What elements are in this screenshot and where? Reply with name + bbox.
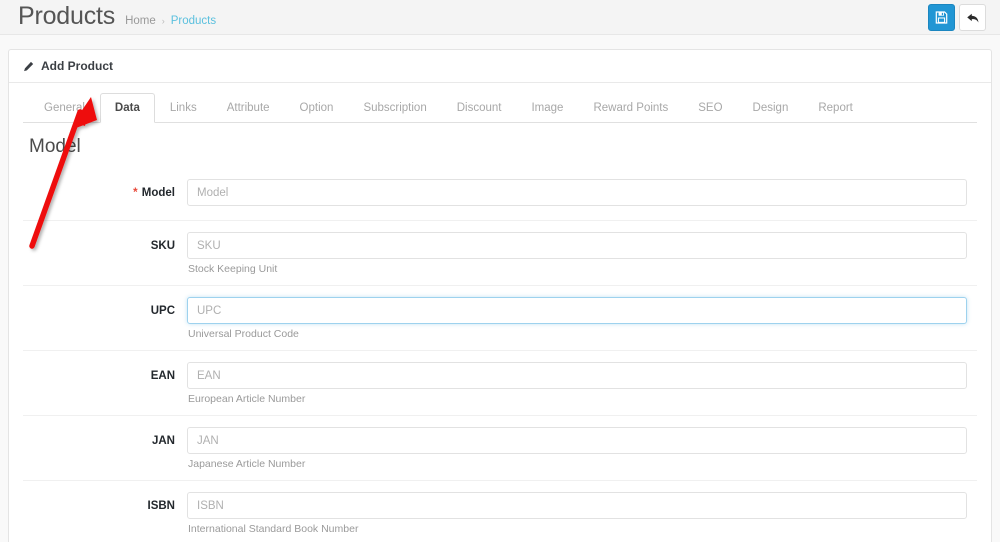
save-button[interactable]	[928, 4, 955, 31]
page-header: Products Home › Products	[0, 0, 1000, 35]
required-marker: *	[133, 187, 138, 199]
pencil-icon	[23, 61, 34, 72]
label-text: ISBN	[147, 500, 175, 512]
label-jan: JAN	[23, 427, 187, 448]
tab-bar: General Data Links Attribute Option Subscript…	[23, 93, 977, 123]
input-ean[interactable]	[187, 362, 967, 389]
form-row: * Model	[23, 168, 977, 220]
tab-links[interactable]: Links	[155, 93, 212, 123]
page-header-left: Products Home › Products	[18, 0, 982, 31]
back-button[interactable]	[959, 4, 986, 31]
data-form: * Model SKU Stock Keeping Unit UPC Universal…	[23, 168, 977, 542]
input-isbn[interactable]	[187, 492, 967, 519]
breadcrumb-separator-icon: ›	[161, 16, 165, 26]
panel-heading: Add Product	[9, 50, 991, 83]
input-model[interactable]	[187, 179, 967, 206]
label-isbn: ISBN	[23, 492, 187, 513]
input-sku[interactable]	[187, 232, 967, 259]
field-column: Universal Product Code	[187, 297, 977, 341]
form-row: EAN European Article Number	[23, 350, 977, 415]
label-model: * Model	[23, 179, 187, 200]
label-sku: SKU	[23, 232, 187, 253]
field-column: Stock Keeping Unit	[187, 232, 977, 276]
breadcrumb: Home › Products	[125, 14, 216, 30]
tab-seo[interactable]: SEO	[683, 93, 737, 123]
help-text-sku: Stock Keeping Unit	[188, 263, 278, 275]
breadcrumb-products[interactable]: Products	[171, 14, 216, 28]
tab-option[interactable]: Option	[285, 93, 349, 123]
breadcrumb-home[interactable]: Home	[125, 14, 156, 28]
panel-heading-title: Add Product	[41, 59, 113, 73]
form-row: JAN Japanese Article Number	[23, 415, 977, 480]
tab-subscription[interactable]: Subscription	[348, 93, 441, 123]
form-row: SKU Stock Keeping Unit	[23, 220, 977, 285]
help-text-ean: European Article Number	[188, 393, 306, 405]
form-legend: Model	[29, 136, 81, 157]
label-ean: EAN	[23, 362, 187, 383]
form-row: ISBN International Standard Book Number	[23, 480, 977, 542]
field-column: International Standard Book Number	[187, 492, 977, 536]
label-text: SKU	[150, 240, 175, 252]
header-actions	[928, 4, 986, 31]
field-column: Japanese Article Number	[187, 427, 977, 471]
form-row: UPC Universal Product Code	[23, 285, 977, 350]
input-jan[interactable]	[187, 427, 967, 454]
content-area: Add Product General Data Links Attribute Opt…	[0, 35, 1000, 542]
tab-discount[interactable]: Discount	[442, 93, 517, 123]
tab-image[interactable]: Image	[516, 93, 578, 123]
label-text: UPC	[150, 305, 175, 317]
field-column	[187, 179, 977, 206]
label-text: Model	[141, 187, 175, 199]
tab-design[interactable]: Design	[738, 93, 804, 123]
help-text-jan: Japanese Article Number	[188, 458, 306, 470]
label-text: EAN	[150, 370, 175, 382]
help-text-isbn: International Standard Book Number	[188, 523, 359, 535]
label-upc: UPC	[23, 297, 187, 318]
tab-data[interactable]: Data	[99, 93, 155, 123]
save-icon	[935, 11, 948, 24]
tab-general[interactable]: General	[29, 93, 100, 123]
input-upc[interactable]	[187, 297, 967, 324]
help-text-upc: Universal Product Code	[188, 328, 299, 340]
add-product-panel: Add Product General Data Links Attribute Opt…	[8, 49, 992, 542]
back-arrow-icon	[966, 13, 978, 22]
tab-reward-points[interactable]: Reward Points	[578, 93, 683, 123]
label-text: JAN	[151, 435, 175, 447]
tab-report[interactable]: Report	[803, 93, 868, 123]
page-title: Products	[18, 2, 116, 30]
field-column: European Article Number	[187, 362, 977, 406]
tab-attribute[interactable]: Attribute	[212, 93, 285, 123]
panel-body: General Data Links Attribute Option Subscript…	[9, 83, 991, 542]
